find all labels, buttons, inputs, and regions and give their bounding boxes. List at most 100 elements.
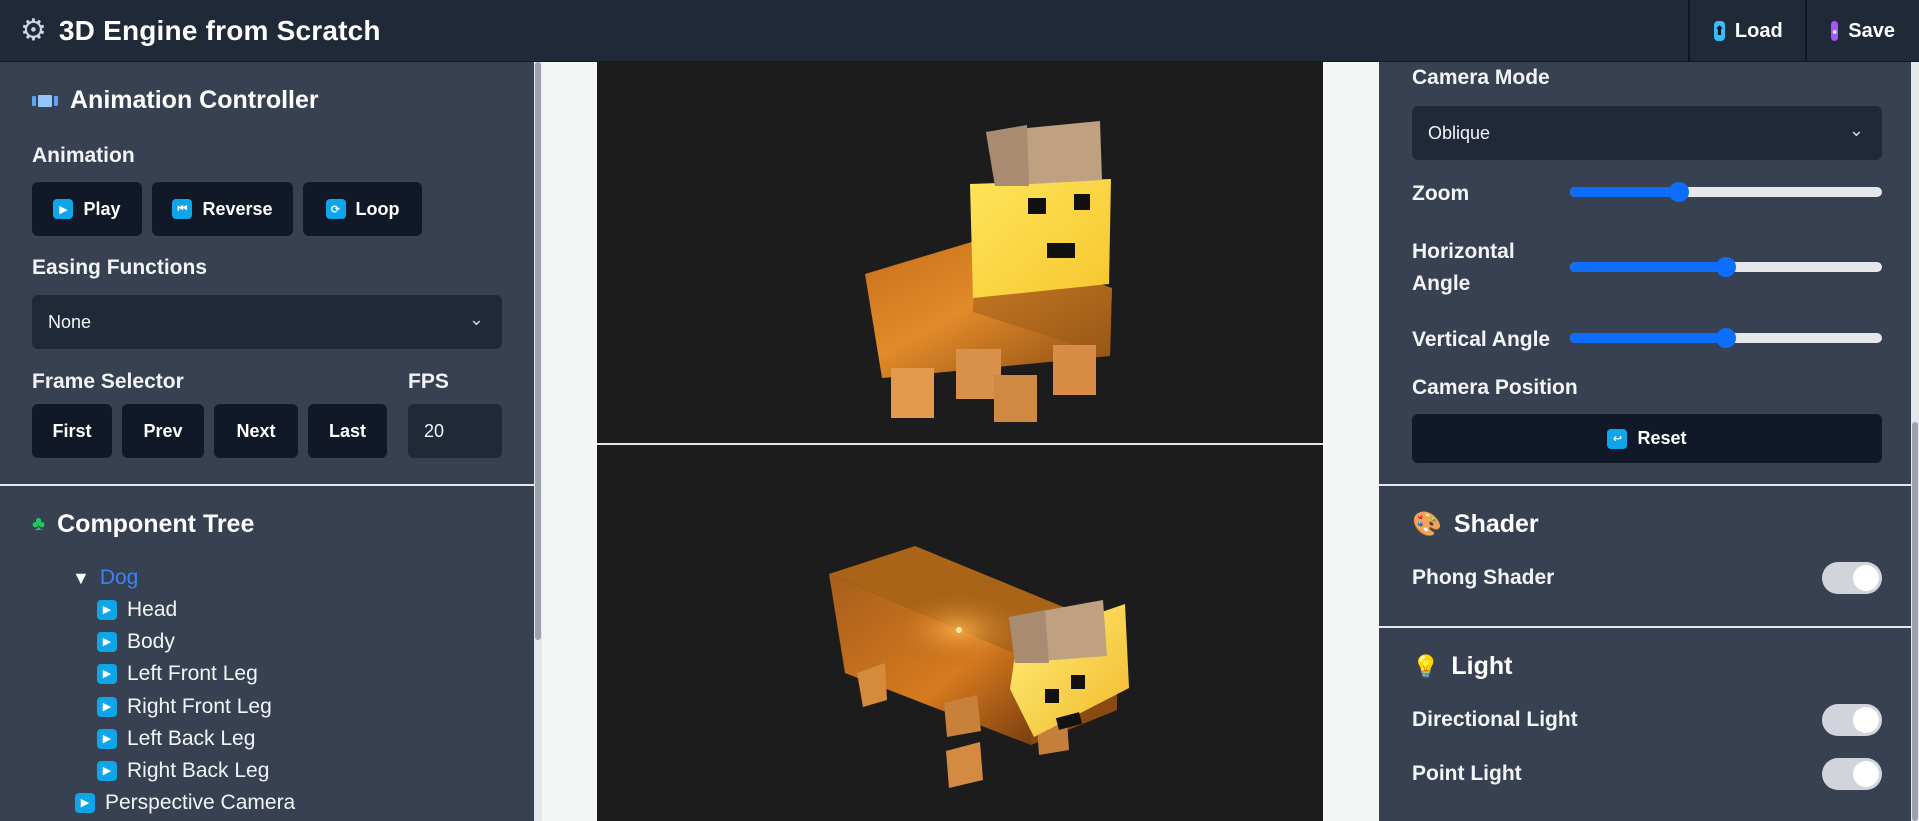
play-icon: ▶: [97, 632, 117, 652]
fps-value: 20: [424, 420, 445, 441]
load-label: Load: [1734, 19, 1783, 42]
reset-icon: ↩: [1607, 428, 1628, 449]
reverse-label: Reverse: [202, 198, 273, 219]
right-panel: Camera Mode Oblique ⌄ Zoom Horizontal An…: [1379, 62, 1919, 821]
light-label: Light: [1451, 652, 1513, 680]
animation-controller-title: Animation Controller: [32, 86, 319, 115]
fps-input[interactable]: 20: [408, 404, 502, 458]
right-divider-1: [1379, 484, 1919, 486]
horizontal-angle-label-line2: Angle: [1412, 272, 1471, 295]
directional-light-toggle[interactable]: [1822, 704, 1882, 736]
reset-camera-button[interactable]: ↩ Reset: [1412, 414, 1882, 463]
first-label: First: [52, 420, 92, 441]
right-scrollbar[interactable]: [1911, 62, 1919, 821]
loop-button[interactable]: ⟳ Loop: [303, 182, 422, 236]
horizontal-angle-label-line1: Horizontal: [1412, 240, 1515, 263]
tree-item-dog[interactable]: ▼ Dog: [72, 563, 138, 593]
toggle-knob: [1853, 565, 1879, 591]
component-tree-title: ♣ Component Tree: [32, 510, 254, 539]
toggle-knob: [1853, 761, 1879, 787]
caret-down-icon: ▼: [72, 568, 90, 588]
left-divider: [0, 484, 534, 486]
app-header: ⚙ 3D Engine from Scratch ⬆ Load ▪ Save: [0, 0, 1919, 62]
zoom-slider[interactable]: [1570, 182, 1882, 202]
vertical-angle-label: Vertical Angle: [1412, 328, 1551, 351]
animation-label: Animation: [32, 144, 135, 167]
play-icon: ▶: [97, 761, 117, 781]
lightbulb-icon: 💡: [1412, 653, 1440, 679]
tree-item-left-back-leg[interactable]: ▶ Left Back Leg: [97, 724, 255, 754]
tree-item-label: Right Front Leg: [127, 695, 272, 718]
zoom-slider-fill: [1570, 187, 1680, 197]
loop-label: Loop: [355, 198, 400, 219]
component-tree-label: Component Tree: [57, 510, 255, 538]
save-button[interactable]: ▪ Save: [1805, 0, 1919, 62]
point-light-toggle[interactable]: [1822, 758, 1882, 790]
reverse-button[interactable]: ⏮ Reverse: [152, 182, 293, 236]
prev-frame-button[interactable]: Prev: [122, 404, 204, 458]
easing-select[interactable]: None ⌄: [32, 295, 502, 349]
save-label: Save: [1848, 19, 1895, 42]
play-icon: ▶: [97, 697, 117, 717]
tree-item-label: Perspective Camera: [105, 791, 296, 814]
point-light-label: Point Light: [1412, 762, 1522, 785]
film-icon: [32, 94, 58, 107]
last-frame-button[interactable]: Last: [308, 404, 387, 458]
zoom-slider-knob[interactable]: [1669, 182, 1690, 202]
tree-item-right-front-leg[interactable]: ▶ Right Front Leg: [97, 692, 272, 722]
prev-label: Prev: [143, 420, 183, 441]
load-button[interactable]: ⬆ Load: [1688, 0, 1805, 62]
viewport-top[interactable]: [597, 62, 1323, 443]
shader-label: Shader: [1453, 510, 1539, 538]
play-button[interactable]: ▶ Play: [32, 182, 142, 236]
tree-item-perspective-camera[interactable]: ▶ Perspective Camera: [75, 788, 295, 818]
play-icon: ▶: [53, 199, 74, 219]
light-title: 💡 Light: [1412, 652, 1513, 681]
rewind-icon: ⏮: [172, 199, 193, 219]
tree-item-label: Left Back Leg: [127, 727, 256, 750]
next-frame-button[interactable]: Next: [214, 404, 298, 458]
tree-item-body[interactable]: ▶ Body: [97, 627, 175, 657]
play-icon: ▶: [97, 729, 117, 749]
tree-item-left-front-leg[interactable]: ▶ Left Front Leg: [97, 659, 258, 689]
left-scrollbar-thumb[interactable]: [535, 62, 541, 640]
frame-selector-label: Frame Selector: [32, 370, 184, 393]
gear-icon: ⚙: [20, 13, 47, 47]
phong-shader-label: Phong Shader: [1412, 566, 1555, 589]
camera-mode-value: Oblique: [1428, 122, 1491, 143]
easing-functions-label: Easing Functions: [32, 256, 208, 279]
zoom-label: Zoom: [1412, 182, 1470, 205]
tree-item-label: Body: [127, 630, 175, 653]
horizontal-angle-slider-knob[interactable]: [1716, 257, 1736, 277]
phong-shader-toggle[interactable]: [1822, 562, 1882, 594]
left-scrollbar[interactable]: [534, 62, 542, 821]
next-label: Next: [236, 420, 276, 441]
tree-dog-label: Dog: [99, 566, 139, 589]
vertical-angle-slider-knob[interactable]: [1716, 328, 1736, 348]
vertical-angle-slider[interactable]: [1570, 328, 1882, 348]
fps-label: FPS: [408, 370, 449, 393]
camera-mode-select[interactable]: Oblique ⌄: [1412, 106, 1882, 160]
upload-icon: ⬆: [1714, 21, 1725, 41]
right-scrollbar-thumb[interactable]: [1912, 422, 1918, 821]
viewport-bottom[interactable]: [597, 445, 1323, 821]
dog-render-bottom: [829, 546, 1129, 788]
easing-value: None: [48, 311, 92, 332]
chevron-down-icon: ⌄: [468, 309, 484, 329]
tree-item-label: Right Back Leg: [127, 759, 270, 782]
play-label: Play: [83, 198, 121, 219]
vertical-angle-slider-fill: [1570, 333, 1726, 343]
tree-item-right-back-leg[interactable]: ▶ Right Back Leg: [97, 756, 269, 786]
directional-light-label: Directional Light: [1412, 708, 1578, 731]
play-icon: ▶: [97, 600, 117, 620]
first-frame-button[interactable]: First: [32, 404, 112, 458]
shader-title: 🎨 Shader: [1412, 510, 1539, 539]
horizontal-angle-slider[interactable]: [1570, 257, 1882, 277]
repeat-icon: ⟳: [325, 199, 346, 219]
right-divider-2: [1379, 626, 1919, 628]
app-title: 3D Engine from Scratch: [58, 14, 381, 46]
floppy-disk-icon: ▪: [1831, 21, 1839, 41]
tree-item-head[interactable]: ▶ Head: [97, 595, 177, 625]
animation-controller-label: Animation Controller: [70, 86, 319, 114]
play-icon: ▶: [75, 793, 95, 813]
